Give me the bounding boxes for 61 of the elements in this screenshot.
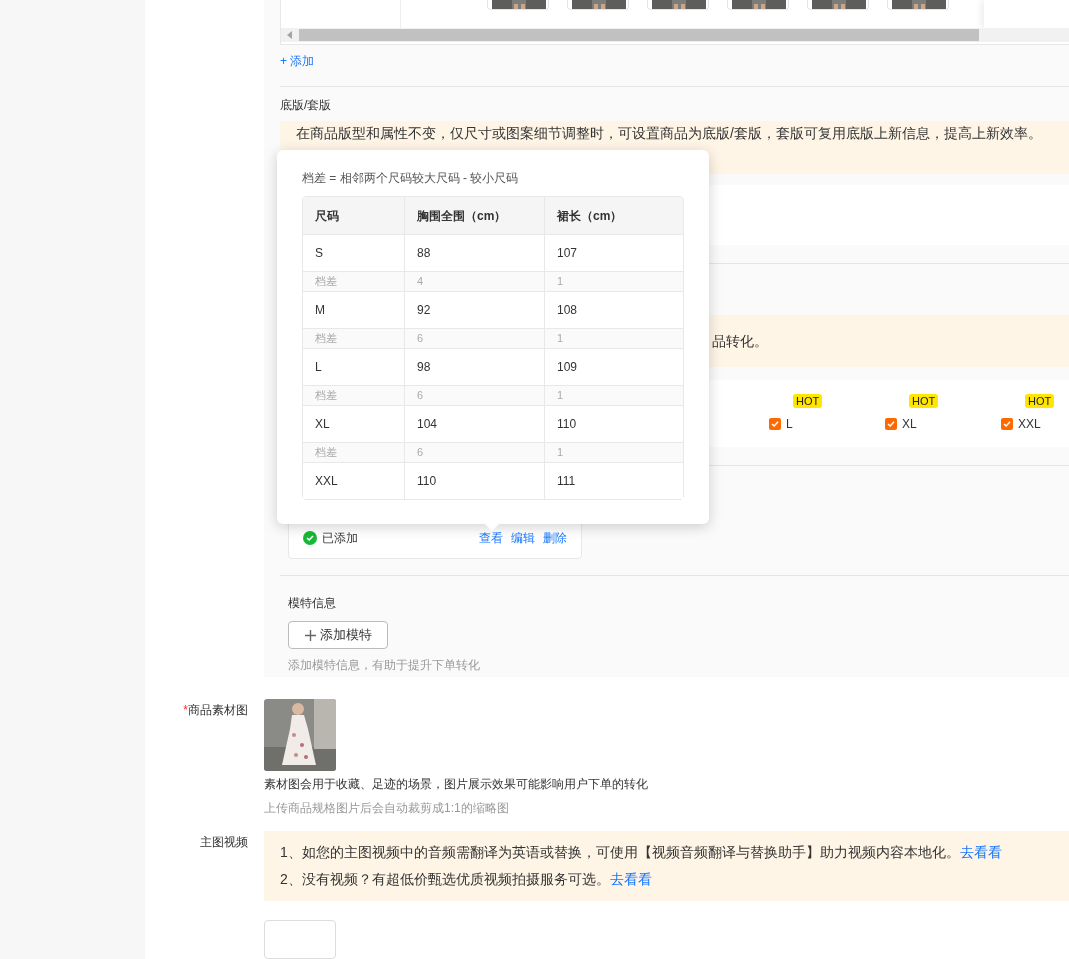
table-cell: 6 [404, 442, 544, 462]
column-header: 尺码 [314, 207, 340, 225]
section-label: 模特信息 [288, 595, 337, 611]
checkbox[interactable] [1001, 418, 1013, 430]
table-cell: 107 [544, 234, 683, 271]
hot-tag: HOT [1025, 394, 1055, 408]
hint-text: 添加模特信息，有助于提升下单转化 [288, 657, 481, 674]
hot-tag: HOT [909, 394, 939, 408]
field-label: 主图视频 [199, 834, 248, 852]
table-cell: 4 [404, 271, 544, 291]
table-cell: 92 [404, 291, 544, 328]
size-option[interactable]: XXL [1018, 415, 1041, 433]
table-cell: 108 [544, 291, 683, 328]
plus-icon [304, 629, 316, 641]
table-cell: 1 [544, 271, 683, 291]
table-cell: 档差 [303, 271, 404, 291]
table-cell: XXL [303, 462, 404, 499]
add-model-button[interactable]: 添加模特 [288, 621, 388, 649]
action-link[interactable]: 编辑 [511, 529, 535, 547]
view-link[interactable]: 去看看 [609, 869, 652, 891]
table-cell: L [303, 348, 404, 385]
add-link[interactable]: + 添加 [280, 54, 315, 68]
tip-text: 2、没有视频？有超低价甄选优质视频拍摄服务可选。 [280, 870, 610, 890]
table-cell: 88 [404, 234, 544, 271]
table-cell: 1 [544, 442, 683, 462]
table-cell: 档差 [303, 442, 404, 462]
table-cell: 6 [404, 385, 544, 405]
required-mark: * [183, 703, 188, 718]
note-text: 素材图会用于收藏、足迹的场景，图片展示效果可能影响用户下单的转化 [264, 776, 648, 794]
size-option[interactable]: XL [902, 415, 917, 433]
table-cell: 档差 [303, 328, 404, 348]
table-cell: 109 [544, 348, 683, 385]
checkbox[interactable] [885, 418, 897, 430]
status-text: 已添加 [322, 530, 358, 547]
table-cell: 1 [544, 385, 683, 405]
table-cell: XL [303, 405, 404, 442]
table-cell: 111 [544, 462, 683, 499]
size-option[interactable]: L [786, 415, 793, 433]
column-header: 裙长（cm） [544, 197, 683, 234]
column-header: 胸围全围（cm） [404, 197, 544, 234]
table-cell: 104 [404, 405, 544, 442]
view-link[interactable]: 去看看 [959, 842, 1002, 864]
scroll-left-icon[interactable] [287, 31, 293, 39]
table-cell: S [303, 234, 404, 271]
action-link[interactable]: 删除 [543, 529, 567, 547]
table-cell: 1 [544, 328, 683, 348]
table-cell: M [303, 291, 404, 328]
action-link[interactable]: 查看 [479, 529, 503, 547]
tip-text: 1、如您的主图视频中的音频需翻译为英语或替换，可使用【视频音频翻译与替换助手】助力视频内容本地化。 [280, 843, 960, 863]
hot-tag: HOT [793, 394, 823, 408]
table-cell: 98 [404, 348, 544, 385]
field-label: 商品素材图 [188, 703, 248, 718]
table-cell: 110 [544, 405, 683, 442]
success-icon [303, 531, 317, 545]
table-cell: 档差 [303, 385, 404, 405]
horizontal-scrollbar[interactable] [281, 28, 1069, 42]
hint-text: 上传商品规格图片后会自动裁剪成1:1的缩略图 [264, 800, 510, 818]
checkbox[interactable] [769, 418, 781, 430]
section-label: 底版/套版 [280, 97, 333, 113]
table-cell: 6 [404, 328, 544, 348]
table-cell: 110 [404, 462, 544, 499]
